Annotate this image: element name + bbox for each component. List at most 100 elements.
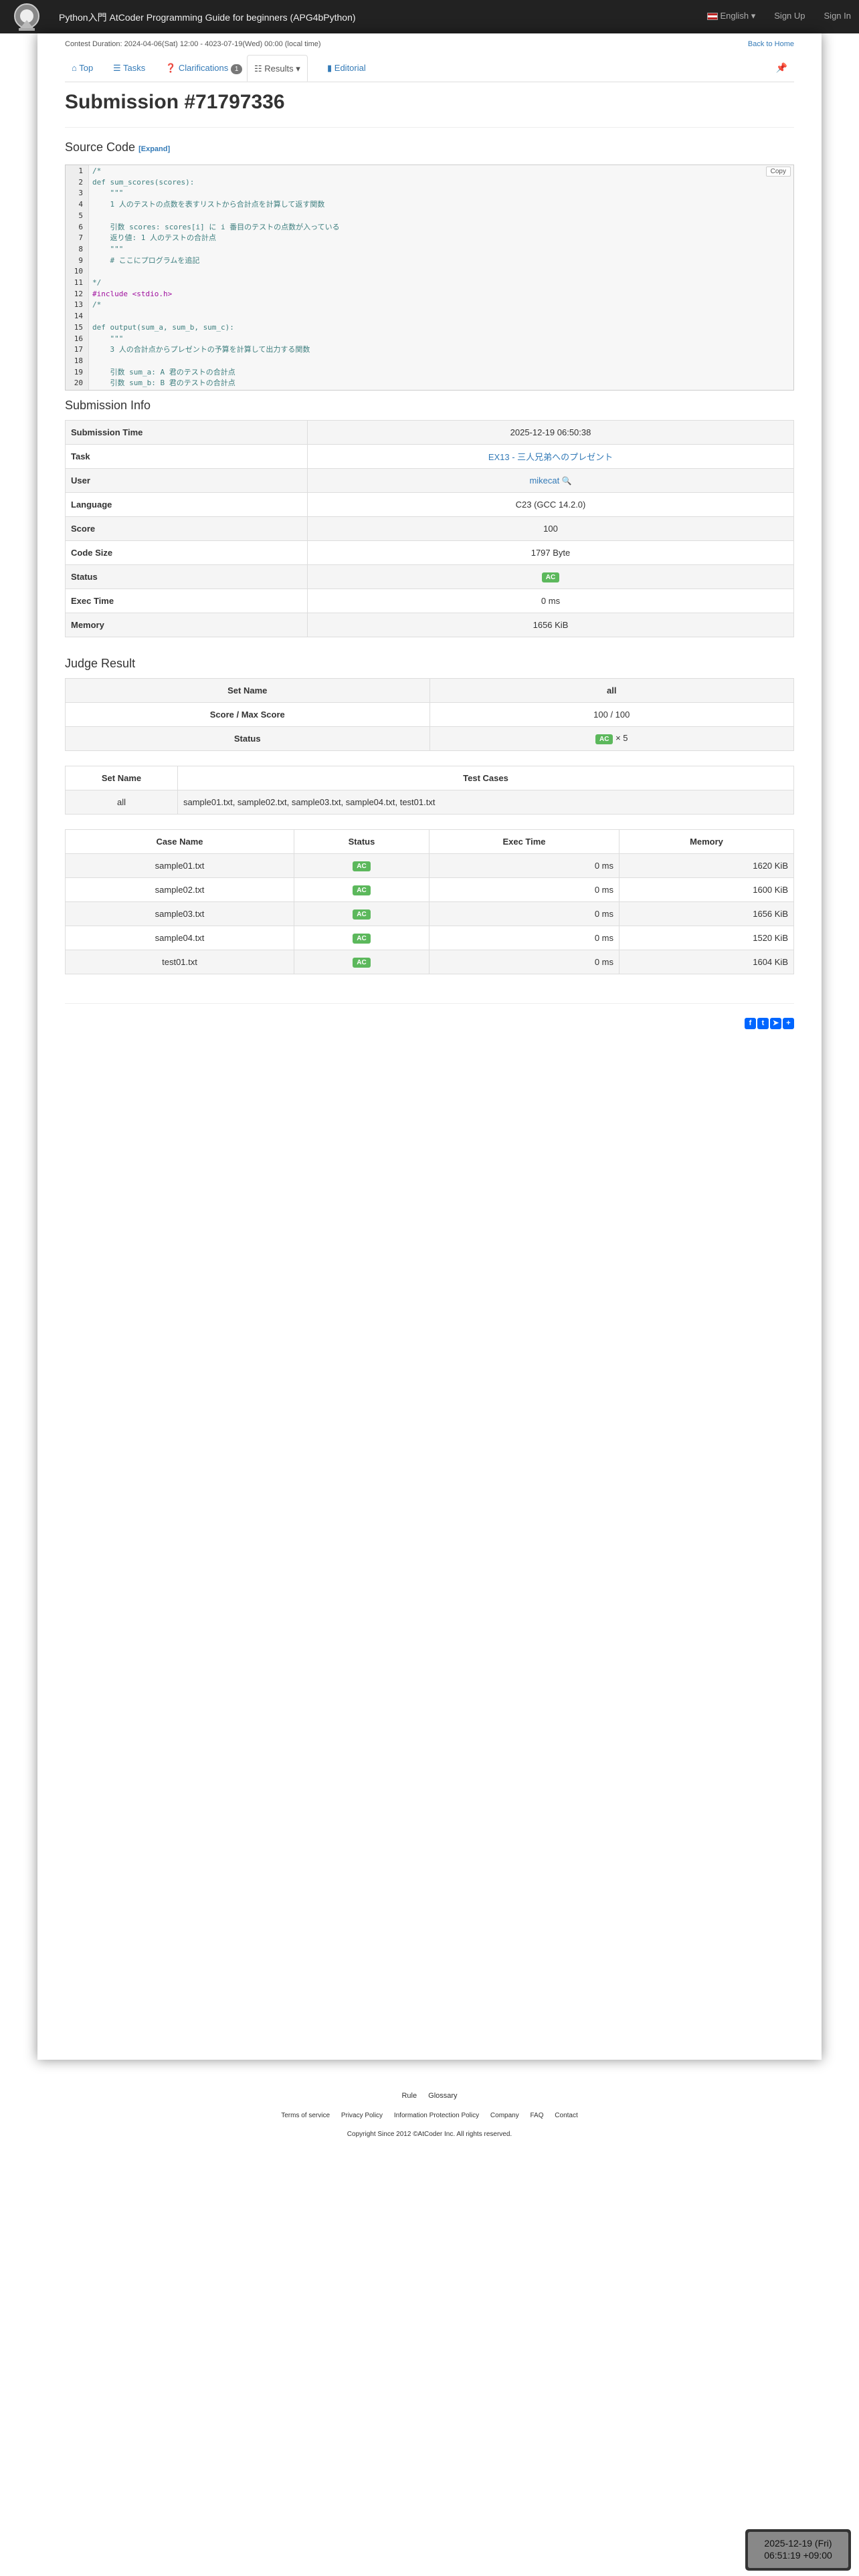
footer-info-protection-link[interactable]: Information Protection Policy bbox=[394, 2112, 479, 2119]
table-row: Status AC × 5 bbox=[65, 726, 794, 751]
line-number: 5 bbox=[78, 211, 83, 220]
tab-tasks[interactable]: ☰ Tasks bbox=[106, 55, 152, 82]
code-line: 20 引数 sum_b: B 君のテストの合計点 bbox=[66, 379, 793, 388]
code-line: 10 bbox=[66, 267, 793, 276]
code-line: 6 引数 scores: scores[i] に i 番目のテストの点数が入って… bbox=[66, 223, 793, 232]
case-name-cell: sample02.txt bbox=[65, 877, 294, 902]
case-name-cell: sample01.txt bbox=[65, 853, 294, 878]
tab-top[interactable]: ⌂ Top bbox=[65, 55, 100, 82]
search-icon[interactable]: 🔍 bbox=[559, 476, 572, 486]
score-value: 100 / 100 bbox=[429, 702, 794, 727]
code-line: 18 bbox=[66, 356, 793, 366]
info-key: Code Size bbox=[65, 540, 308, 565]
info-key: User bbox=[65, 468, 308, 493]
info-value-text: 0 ms bbox=[541, 596, 561, 606]
case-memory-cell: 1620 KiB bbox=[619, 853, 794, 878]
case-memory-cell: 1600 KiB bbox=[619, 877, 794, 902]
table-row: Submission Time 2025-12-19 06:50:38 bbox=[65, 420, 794, 445]
code-line: 17 3 人の合計点からプレゼントの予算を計算して出力する関数 bbox=[66, 345, 793, 354]
info-value: 2025-12-19 06:50:38 bbox=[307, 420, 794, 445]
twitter-share-icon[interactable]: t bbox=[757, 1018, 769, 1029]
list-alt-icon: ☷ bbox=[254, 64, 262, 74]
table-row: Exec Time 0 ms bbox=[65, 588, 794, 613]
clock-time: 06:51:19 +09:00 bbox=[764, 2550, 832, 2561]
tab-editorial[interactable]: ▮ Editorial bbox=[320, 55, 373, 82]
footer-copyright: Copyright Since 2012 ©AtCoder Inc. All r… bbox=[347, 2131, 512, 2138]
status-badge: AC bbox=[353, 861, 371, 871]
status-badge: AC bbox=[353, 909, 371, 920]
tab-clarifications-label: Clarifications bbox=[178, 63, 229, 73]
case-memory-cell: 1520 KiB bbox=[619, 926, 794, 950]
atcoder-logo-icon[interactable] bbox=[8, 1, 45, 32]
code-line: 9 # ここにプログラムを追記 bbox=[66, 256, 793, 265]
contest-brand[interactable]: Python入門 AtCoder Programming Guide for b… bbox=[59, 11, 356, 24]
test-cases-result-table: Case Name Status Exec Time Memory sample… bbox=[65, 829, 794, 974]
copy-button[interactable]: Copy bbox=[765, 167, 791, 177]
info-value-text: C23 (GCC 14.2.0) bbox=[515, 500, 586, 510]
score-label: Score / Max Score bbox=[65, 702, 430, 727]
code-line: 3 """ bbox=[66, 189, 793, 198]
user-link[interactable]: mikecat bbox=[529, 475, 559, 486]
case-exec-time-cell: 0 ms bbox=[429, 877, 619, 902]
case-memory-cell: 1604 KiB bbox=[619, 950, 794, 974]
set-cases-table: Set Name Test Cases all sample01.txt, samp… bbox=[65, 766, 794, 815]
code-text: # ここにプログラムを追記 bbox=[92, 255, 200, 265]
case-exec-time-cell: 0 ms bbox=[429, 901, 619, 926]
question-icon: ❓ bbox=[165, 63, 177, 73]
footer-privacy-link[interactable]: Privacy Policy bbox=[341, 2112, 383, 2119]
footer-glossary-link[interactable]: Glossary bbox=[428, 2092, 457, 2100]
footer-terms-link[interactable]: Terms of service bbox=[281, 2112, 330, 2119]
table-row: Code Size 1797 Byte bbox=[65, 540, 794, 565]
col-header-memory: Memory bbox=[619, 829, 794, 854]
table-row: test01.txt AC 0 ms 1604 KiB bbox=[65, 950, 794, 974]
info-key: Language bbox=[65, 492, 308, 517]
addtoany-share-icon[interactable]: + bbox=[783, 1018, 794, 1029]
submission-info-table: Submission Time 2025-12-19 06:50:38 Task EX… bbox=[65, 420, 794, 637]
back-to-home-link[interactable]: Back to Home bbox=[748, 40, 794, 48]
line-number: 6 bbox=[78, 222, 83, 231]
status-badge: AC bbox=[353, 958, 371, 968]
tab-results[interactable]: ☷ Results ▾ bbox=[247, 55, 308, 82]
table-row: Memory 1656 KiB bbox=[65, 613, 794, 637]
code-text: /* bbox=[92, 167, 102, 175]
info-key: Memory bbox=[65, 613, 308, 637]
uk-flag-icon bbox=[707, 13, 719, 21]
line-number: 18 bbox=[74, 356, 83, 365]
tab-clarifications[interactable]: ❓ Clarifications 1 bbox=[159, 55, 249, 82]
facebook-share-icon[interactable]: f bbox=[745, 1018, 756, 1029]
sign-up-link[interactable]: Sign Up bbox=[774, 11, 805, 21]
home-icon: ⌂ bbox=[72, 63, 77, 73]
code-line: 14 bbox=[66, 312, 793, 321]
footer-company-link[interactable]: Company bbox=[490, 2112, 519, 2119]
language-dropdown[interactable]: English ▾ bbox=[707, 11, 755, 21]
table-row: Score 100 bbox=[65, 516, 794, 541]
code-text: 1 人のテストの点数を表すリストから合計点を計算して返す関数 bbox=[92, 200, 325, 209]
line-number: 9 bbox=[78, 255, 83, 265]
task-link[interactable]: EX13 - 三人兄弟へのプレゼント bbox=[488, 452, 613, 462]
footer-faq-link[interactable]: FAQ bbox=[531, 2112, 544, 2119]
info-key: Status bbox=[65, 564, 308, 589]
line-number: 11 bbox=[74, 278, 83, 287]
line-number: 10 bbox=[74, 267, 83, 276]
caret-down-icon: ▾ bbox=[751, 11, 756, 21]
expand-link[interactable]: [Expand] bbox=[138, 145, 170, 153]
code-text: 引数 sum_b: B 君のテストの合計点 bbox=[92, 379, 235, 388]
tab-top-label: Top bbox=[79, 63, 94, 73]
code-line: 11 */ bbox=[66, 278, 793, 288]
pin-icon[interactable]: 📌 bbox=[776, 62, 787, 74]
sign-in-link[interactable]: Sign In bbox=[824, 11, 851, 21]
code-text: """ bbox=[92, 334, 124, 343]
source-code-block[interactable]: 1 /* 2 def sum_scores(scores): 3 """ 4 1 人のテス… bbox=[65, 165, 794, 391]
source-code-title: Source Code bbox=[65, 140, 136, 154]
line-number: 7 bbox=[78, 233, 83, 243]
line-number: 15 bbox=[74, 322, 83, 332]
list-icon: ☰ bbox=[113, 63, 121, 73]
case-status-cell: AC bbox=[294, 950, 430, 974]
footer-rule-link[interactable]: Rule bbox=[401, 2092, 417, 2100]
table-row: Set Name all bbox=[65, 678, 794, 703]
code-text: 3 人の合計点からプレゼントの予算を計算して出力する関数 bbox=[92, 345, 310, 354]
telegram-share-icon[interactable]: ➤ bbox=[770, 1018, 781, 1029]
table-row: sample01.txt AC 0 ms 1620 KiB bbox=[65, 853, 794, 878]
case-exec-time-cell: 0 ms bbox=[429, 950, 619, 974]
footer-contact-link[interactable]: Contact bbox=[555, 2112, 577, 2119]
